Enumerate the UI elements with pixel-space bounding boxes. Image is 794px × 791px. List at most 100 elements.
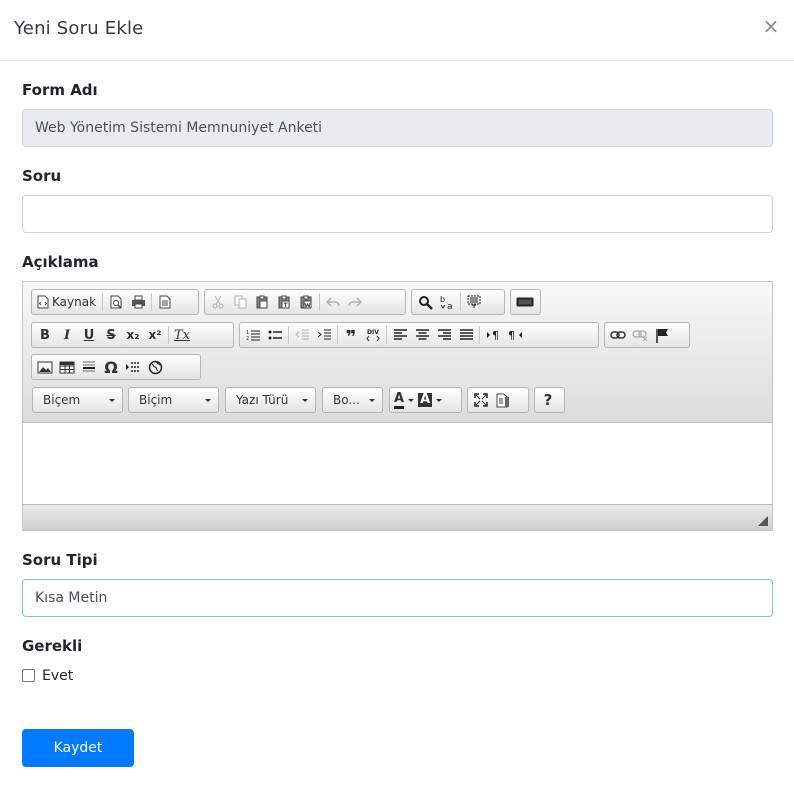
cut-icon — [212, 295, 224, 309]
paste-text-icon — [278, 295, 289, 309]
toolbar-separator — [151, 293, 153, 311]
outdent-button[interactable] — [291, 324, 313, 346]
styles-combo[interactable]: Biçem — [32, 387, 123, 413]
horizontal-rule-icon — [83, 361, 95, 372]
editor-content-area[interactable] — [23, 424, 772, 504]
toolbar-separator — [337, 326, 338, 344]
create-div-button[interactable]: DIV — [362, 324, 384, 346]
create-div-icon: DIV — [366, 329, 380, 342]
modal-title: Yeni Soru Ekle — [14, 18, 144, 39]
bg-color-button[interactable]: A — [416, 389, 444, 411]
preview-button[interactable] — [105, 291, 127, 313]
bold-button[interactable]: B — [34, 324, 56, 346]
outdent-icon — [295, 329, 309, 340]
text-color-button[interactable]: A — [392, 389, 416, 411]
underline-button[interactable]: U — [78, 324, 100, 346]
font-combo[interactable]: Yazı Türü — [225, 387, 316, 413]
anchor-button[interactable] — [651, 324, 673, 346]
print-icon — [131, 295, 145, 309]
toolbar-group-paragraph: 12 ❞ DIV ¶ ¶ — [239, 322, 599, 348]
link-button[interactable] — [607, 324, 629, 346]
paste-text-button[interactable] — [273, 291, 295, 313]
superscript-button[interactable]: x² — [144, 324, 166, 346]
maximize-icon — [474, 393, 488, 407]
select-all-icon — [467, 295, 481, 308]
paste-word-button[interactable] — [295, 291, 317, 313]
bulleted-list-button[interactable] — [264, 324, 286, 346]
unlink-icon — [632, 330, 648, 341]
blockquote-button[interactable]: ❞ — [340, 324, 362, 347]
justify-button[interactable] — [455, 324, 477, 346]
toolbar-separator — [386, 326, 387, 344]
link-icon — [610, 331, 626, 339]
italic-button[interactable]: I — [56, 324, 78, 346]
svg-text:DIV: DIV — [367, 329, 379, 336]
templates-button[interactable] — [154, 291, 176, 313]
unlink-button[interactable] — [629, 324, 651, 346]
chevron-down-icon — [369, 398, 375, 402]
page-break-button[interactable] — [122, 356, 144, 378]
paste-button[interactable] — [251, 291, 273, 313]
save-button[interactable]: Kaydet — [22, 729, 134, 767]
indent-icon — [317, 329, 331, 340]
indent-button[interactable] — [313, 324, 335, 346]
undo-button[interactable] — [322, 291, 344, 313]
align-right-button[interactable] — [433, 324, 455, 346]
maximize-button[interactable] — [470, 389, 492, 411]
bulleted-list-icon — [268, 330, 282, 340]
cut-button[interactable] — [207, 291, 229, 313]
select-all-button[interactable] — [463, 291, 485, 313]
align-left-button[interactable] — [389, 324, 411, 346]
question-label: Soru — [22, 167, 62, 185]
question-type-input[interactable]: Kısa Metin — [22, 579, 773, 617]
help-button[interactable]: ? — [537, 389, 559, 411]
remove-format-button[interactable]: Tx — [171, 324, 193, 346]
align-center-button[interactable] — [411, 324, 433, 346]
toolbar-group-colors: A A — [389, 387, 462, 413]
image-button[interactable] — [34, 356, 56, 378]
align-left-icon — [393, 329, 407, 340]
chevron-down-icon — [109, 398, 115, 402]
find-button[interactable] — [414, 291, 436, 313]
bg-color-icon: A — [418, 392, 433, 407]
toolbar-group-document: Kaynak — [31, 289, 199, 315]
required-checkbox[interactable] — [22, 669, 35, 682]
svg-text:¶: ¶ — [508, 329, 515, 341]
replace-button[interactable]: ba — [436, 291, 458, 313]
required-option-label[interactable]: Evet — [42, 668, 73, 684]
toolbar-group-about: ? — [534, 387, 565, 413]
svg-text:2: 2 — [246, 336, 249, 341]
redo-button[interactable] — [344, 291, 366, 313]
styles-combo-label: Biçem — [43, 393, 81, 407]
show-blocks-button[interactable] — [492, 389, 514, 411]
special-char-button[interactable]: Ω — [100, 356, 122, 378]
redo-icon — [348, 297, 362, 307]
toolbar-group-links — [604, 322, 690, 348]
table-button[interactable] — [56, 356, 78, 378]
numbered-list-button[interactable]: 12 — [242, 324, 264, 346]
copy-icon — [234, 295, 246, 309]
textfield-button[interactable] — [513, 291, 537, 313]
copy-button[interactable] — [229, 291, 251, 313]
format-combo[interactable]: Biçim — [128, 387, 219, 413]
ltr-button[interactable]: ¶ — [482, 324, 504, 346]
font-size-combo[interactable]: Bo... — [322, 387, 383, 413]
question-input[interactable] — [22, 195, 773, 233]
svg-text:¶: ¶ — [492, 329, 499, 341]
font-combo-label: Yazı Türü — [236, 393, 289, 407]
toolbar-separator — [288, 326, 289, 344]
iframe-button[interactable] — [144, 356, 166, 378]
rtl-button[interactable]: ¶ — [504, 324, 526, 346]
print-button[interactable] — [127, 291, 149, 313]
resize-grip-icon[interactable] — [758, 516, 768, 526]
form-name-field: Web Yönetim Sistemi Memnuniyet Anketi — [22, 109, 773, 147]
subscript-button[interactable]: x₂ — [122, 324, 144, 346]
chevron-down-icon — [408, 398, 415, 402]
numbered-list-icon: 12 — [246, 330, 260, 341]
source-button[interactable]: Kaynak — [34, 291, 100, 313]
justify-icon — [459, 329, 473, 340]
strike-button[interactable]: S — [100, 324, 122, 346]
close-button[interactable]: × — [762, 14, 780, 38]
horizontal-rule-button[interactable] — [78, 356, 100, 378]
image-icon — [37, 361, 53, 373]
